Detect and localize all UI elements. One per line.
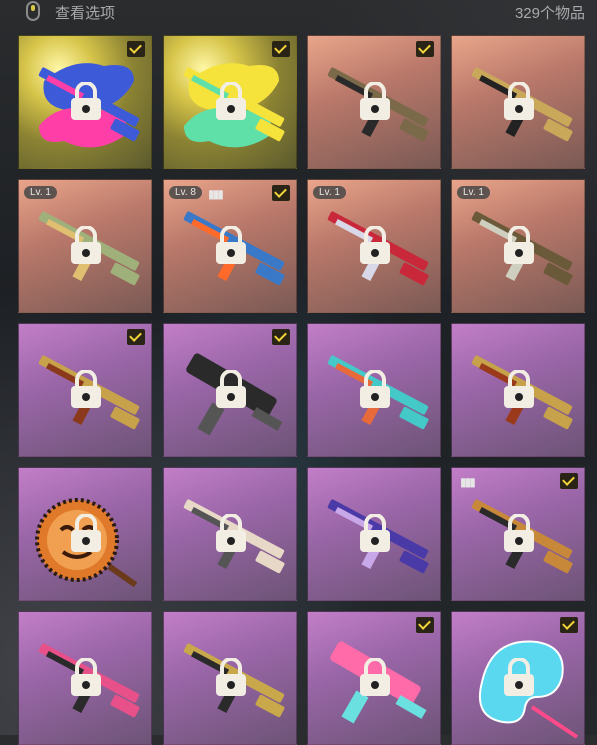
lock-icon (216, 514, 246, 552)
check-icon[interactable] (416, 617, 434, 633)
lock-icon (216, 226, 246, 264)
item-card[interactable] (18, 467, 152, 601)
lock-icon (71, 226, 101, 264)
lock-icon (504, 82, 534, 120)
level-badge: Lv. 1 (24, 186, 57, 199)
item-card[interactable]: Lv. 1 (18, 179, 152, 313)
item-card[interactable] (163, 467, 297, 601)
item-card[interactable] (451, 35, 585, 169)
item-card[interactable]: ▮▮▮ (451, 467, 585, 601)
lock-icon (216, 370, 246, 408)
item-card[interactable] (307, 467, 441, 601)
view-options-label[interactable]: 查看选项 (55, 2, 115, 23)
item-card[interactable]: Lv. 1 (451, 179, 585, 313)
item-card[interactable]: Lv. 8 ▮▮▮ (163, 179, 297, 313)
item-card[interactable] (307, 323, 441, 457)
lock-icon (216, 82, 246, 120)
check-icon[interactable] (127, 329, 145, 345)
item-card[interactable] (307, 35, 441, 169)
item-card[interactable] (163, 611, 297, 745)
lock-icon (360, 514, 390, 552)
lock-icon (504, 226, 534, 264)
lock-icon (504, 370, 534, 408)
check-icon[interactable] (560, 617, 578, 633)
lock-icon (360, 226, 390, 264)
item-count: 329个物品 (514, 5, 585, 22)
check-icon[interactable] (272, 41, 290, 57)
item-card[interactable] (18, 35, 152, 169)
lock-icon (360, 370, 390, 408)
item-card[interactable] (163, 323, 297, 457)
level-badge: Lv. 1 (313, 186, 346, 199)
top-bar: 查看选项 329个物品 (0, 0, 597, 24)
ammo-icon: ▮▮▮ (208, 187, 224, 201)
item-card[interactable]: Lv. 1 (307, 179, 441, 313)
lock-icon (216, 658, 246, 696)
lock-icon (71, 658, 101, 696)
level-badge: Lv. 8 (169, 186, 202, 199)
lock-icon (71, 514, 101, 552)
level-badge: Lv. 1 (457, 186, 490, 199)
check-icon[interactable] (272, 185, 290, 201)
item-card[interactable] (451, 611, 585, 745)
check-icon[interactable] (272, 329, 290, 345)
item-card[interactable] (163, 35, 297, 169)
lock-icon (71, 82, 101, 120)
lock-icon (504, 658, 534, 696)
check-icon[interactable] (127, 41, 145, 57)
item-card[interactable] (18, 611, 152, 745)
item-card[interactable] (451, 323, 585, 457)
lock-icon (360, 658, 390, 696)
lock-icon (504, 514, 534, 552)
mouse-icon (26, 1, 40, 21)
item-card[interactable] (307, 611, 441, 745)
ammo-icon: ▮▮▮ (460, 475, 476, 489)
lock-icon (360, 82, 390, 120)
lock-icon (71, 370, 101, 408)
item-card[interactable] (18, 323, 152, 457)
check-icon[interactable] (560, 473, 578, 489)
check-icon[interactable] (416, 41, 434, 57)
